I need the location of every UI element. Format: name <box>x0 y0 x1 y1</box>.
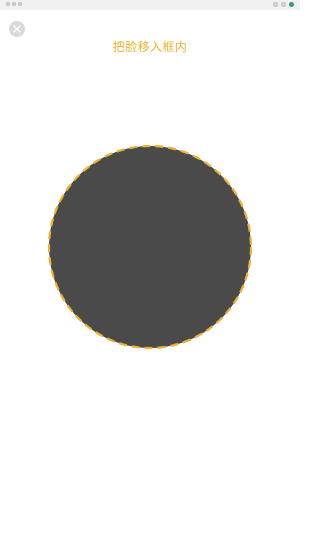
notification-icon <box>12 2 16 6</box>
status-dot <box>289 2 294 7</box>
notification-icon <box>6 2 10 6</box>
face-capture-screen: 把脸移入框内 <box>0 0 300 533</box>
face-frame-svg <box>47 144 253 350</box>
wifi-icon <box>281 2 286 7</box>
face-prompt-text: 把脸移入框内 <box>112 40 188 54</box>
close-button[interactable] <box>9 21 25 37</box>
notification-icon <box>18 2 22 6</box>
signal-icon <box>273 2 278 7</box>
status-right-icons <box>273 2 294 7</box>
status-bar <box>0 0 300 10</box>
face-frame <box>47 144 253 350</box>
status-left-icons <box>6 2 22 6</box>
close-icon <box>13 25 21 33</box>
